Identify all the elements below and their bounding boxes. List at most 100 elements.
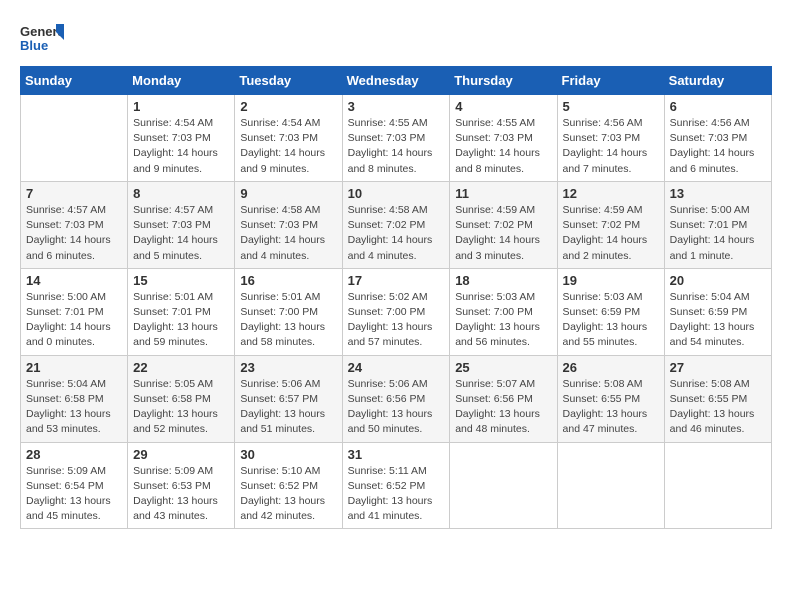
day-number: 5 <box>563 99 659 114</box>
calendar-cell: 20 Sunrise: 5:04 AM Sunset: 6:59 PM Dayli… <box>664 268 771 355</box>
day-number: 11 <box>455 186 551 201</box>
calendar-cell: 24 Sunrise: 5:06 AM Sunset: 6:56 PM Dayli… <box>342 355 450 442</box>
day-number: 2 <box>240 99 336 114</box>
calendar-cell: 22Sunrise: 5:05 AM Sunset: 6:58 PM Dayli… <box>128 355 235 442</box>
day-info: Sunrise: 5:10 AM Sunset: 6:52 PM Dayligh… <box>240 464 336 525</box>
day-info: Sunrise: 4:55 AM Sunset: 7:03 PM Dayligh… <box>348 116 445 177</box>
calendar-cell: 28Sunrise: 5:09 AM Sunset: 6:54 PM Dayli… <box>21 442 128 529</box>
calendar-week-3: 14 Sunrise: 5:00 AM Sunset: 7:01 PM Dayli… <box>21 268 772 355</box>
calendar-cell: 2 Sunrise: 4:54 AM Sunset: 7:03 PM Daylig… <box>235 95 342 182</box>
day-info: Sunrise: 5:07 AM Sunset: 6:56 PM Dayligh… <box>455 377 551 438</box>
day-info: Sunrise: 4:59 AM Sunset: 7:02 PM Dayligh… <box>455 203 551 264</box>
day-info: Sunrise: 5:02 AM Sunset: 7:00 PM Dayligh… <box>348 290 445 351</box>
calendar-cell: 12Sunrise: 4:59 AM Sunset: 7:02 PM Dayli… <box>557 181 664 268</box>
day-info: Sunrise: 4:54 AM Sunset: 7:03 PM Dayligh… <box>133 116 229 177</box>
day-header-friday: Friday <box>557 67 664 95</box>
day-number: 6 <box>670 99 766 114</box>
logo: General Blue <box>20 20 64 56</box>
day-number: 24 <box>348 360 445 375</box>
day-number: 15 <box>133 273 229 288</box>
calendar-cell: 13Sunrise: 5:00 AM Sunset: 7:01 PM Dayli… <box>664 181 771 268</box>
day-number: 23 <box>240 360 336 375</box>
calendar-header-row: SundayMondayTuesdayWednesdayThursdayFrid… <box>21 67 772 95</box>
day-info: Sunrise: 4:58 AM Sunset: 7:02 PM Dayligh… <box>348 203 445 264</box>
calendar-table: SundayMondayTuesdayWednesdayThursdayFrid… <box>20 66 772 529</box>
page-header: General Blue <box>20 20 772 56</box>
day-number: 8 <box>133 186 229 201</box>
day-number: 7 <box>26 186 122 201</box>
day-info: Sunrise: 5:00 AM Sunset: 7:01 PM Dayligh… <box>26 290 122 351</box>
calendar-cell: 10 Sunrise: 4:58 AM Sunset: 7:02 PM Dayli… <box>342 181 450 268</box>
day-number: 4 <box>455 99 551 114</box>
day-info: Sunrise: 5:04 AM Sunset: 6:59 PM Dayligh… <box>670 290 766 351</box>
calendar-cell: 19 Sunrise: 5:03 AM Sunset: 6:59 PM Dayli… <box>557 268 664 355</box>
day-number: 30 <box>240 447 336 462</box>
day-number: 13 <box>670 186 766 201</box>
calendar-cell: 25Sunrise: 5:07 AM Sunset: 6:56 PM Dayli… <box>450 355 557 442</box>
day-number: 21 <box>26 360 122 375</box>
day-header-wednesday: Wednesday <box>342 67 450 95</box>
day-info: Sunrise: 5:05 AM Sunset: 6:58 PM Dayligh… <box>133 377 229 438</box>
calendar-cell: 29 Sunrise: 5:09 AM Sunset: 6:53 PM Dayli… <box>128 442 235 529</box>
day-number: 3 <box>348 99 445 114</box>
day-header-monday: Monday <box>128 67 235 95</box>
day-info: Sunrise: 5:11 AM Sunset: 6:52 PM Dayligh… <box>348 464 445 525</box>
day-info: Sunrise: 4:58 AM Sunset: 7:03 PM Dayligh… <box>240 203 336 264</box>
day-header-tuesday: Tuesday <box>235 67 342 95</box>
calendar-cell: 27Sunrise: 5:08 AM Sunset: 6:55 PM Dayli… <box>664 355 771 442</box>
day-info: Sunrise: 4:59 AM Sunset: 7:02 PM Dayligh… <box>563 203 659 264</box>
logo-icon: General Blue <box>20 20 64 56</box>
calendar-cell: 30 Sunrise: 5:10 AM Sunset: 6:52 PM Dayli… <box>235 442 342 529</box>
calendar-cell: 11 Sunrise: 4:59 AM Sunset: 7:02 PM Dayli… <box>450 181 557 268</box>
day-header-saturday: Saturday <box>664 67 771 95</box>
day-info: Sunrise: 5:08 AM Sunset: 6:55 PM Dayligh… <box>670 377 766 438</box>
day-number: 10 <box>348 186 445 201</box>
calendar-cell: 5 Sunrise: 4:56 AM Sunset: 7:03 PM Daylig… <box>557 95 664 182</box>
calendar-week-4: 21 Sunrise: 5:04 AM Sunset: 6:58 PM Dayli… <box>21 355 772 442</box>
calendar-cell: 14 Sunrise: 5:00 AM Sunset: 7:01 PM Dayli… <box>21 268 128 355</box>
day-number: 31 <box>348 447 445 462</box>
day-number: 29 <box>133 447 229 462</box>
day-info: Sunrise: 4:55 AM Sunset: 7:03 PM Dayligh… <box>455 116 551 177</box>
calendar-cell: 7Sunrise: 4:57 AM Sunset: 7:03 PM Daylig… <box>21 181 128 268</box>
day-info: Sunrise: 4:54 AM Sunset: 7:03 PM Dayligh… <box>240 116 336 177</box>
day-info: Sunrise: 5:09 AM Sunset: 6:54 PM Dayligh… <box>26 464 122 525</box>
day-info: Sunrise: 4:56 AM Sunset: 7:03 PM Dayligh… <box>670 116 766 177</box>
calendar-cell: 26 Sunrise: 5:08 AM Sunset: 6:55 PM Dayli… <box>557 355 664 442</box>
day-info: Sunrise: 5:04 AM Sunset: 6:58 PM Dayligh… <box>26 377 122 438</box>
day-number: 17 <box>348 273 445 288</box>
day-number: 26 <box>563 360 659 375</box>
day-info: Sunrise: 5:06 AM Sunset: 6:57 PM Dayligh… <box>240 377 336 438</box>
calendar-cell <box>21 95 128 182</box>
day-info: Sunrise: 5:01 AM Sunset: 7:00 PM Dayligh… <box>240 290 336 351</box>
calendar-cell <box>450 442 557 529</box>
calendar-week-5: 28Sunrise: 5:09 AM Sunset: 6:54 PM Dayli… <box>21 442 772 529</box>
day-info: Sunrise: 5:08 AM Sunset: 6:55 PM Dayligh… <box>563 377 659 438</box>
day-info: Sunrise: 5:03 AM Sunset: 6:59 PM Dayligh… <box>563 290 659 351</box>
day-number: 16 <box>240 273 336 288</box>
calendar-cell: 6 Sunrise: 4:56 AM Sunset: 7:03 PM Daylig… <box>664 95 771 182</box>
day-number: 19 <box>563 273 659 288</box>
day-info: Sunrise: 4:56 AM Sunset: 7:03 PM Dayligh… <box>563 116 659 177</box>
calendar-cell: 8 Sunrise: 4:57 AM Sunset: 7:03 PM Daylig… <box>128 181 235 268</box>
calendar-cell: 4 Sunrise: 4:55 AM Sunset: 7:03 PM Daylig… <box>450 95 557 182</box>
day-info: Sunrise: 5:06 AM Sunset: 6:56 PM Dayligh… <box>348 377 445 438</box>
calendar-cell: 1Sunrise: 4:54 AM Sunset: 7:03 PM Daylig… <box>128 95 235 182</box>
calendar-cell: 31 Sunrise: 5:11 AM Sunset: 6:52 PM Dayli… <box>342 442 450 529</box>
calendar-cell: 17 Sunrise: 5:02 AM Sunset: 7:00 PM Dayli… <box>342 268 450 355</box>
day-info: Sunrise: 4:57 AM Sunset: 7:03 PM Dayligh… <box>133 203 229 264</box>
calendar-cell: 9 Sunrise: 4:58 AM Sunset: 7:03 PM Daylig… <box>235 181 342 268</box>
calendar-cell: 3 Sunrise: 4:55 AM Sunset: 7:03 PM Daylig… <box>342 95 450 182</box>
day-header-thursday: Thursday <box>450 67 557 95</box>
calendar-cell <box>664 442 771 529</box>
day-number: 20 <box>670 273 766 288</box>
calendar-week-2: 7 Sunrise: 4:57 AM Sunset: 7:03 PM Daylig… <box>21 181 772 268</box>
day-info: Sunrise: 5:01 AM Sunset: 7:01 PM Dayligh… <box>133 290 229 351</box>
calendar-cell: 23 Sunrise: 5:06 AM Sunset: 6:57 PM Dayli… <box>235 355 342 442</box>
day-number: 9 <box>240 186 336 201</box>
calendar-week-1: 1Sunrise: 4:54 AM Sunset: 7:03 PM Daylig… <box>21 95 772 182</box>
calendar-cell: 15 Sunrise: 5:01 AM Sunset: 7:01 PM Dayli… <box>128 268 235 355</box>
day-info: Sunrise: 5:09 AM Sunset: 6:53 PM Dayligh… <box>133 464 229 525</box>
day-number: 14 <box>26 273 122 288</box>
day-header-sunday: Sunday <box>21 67 128 95</box>
